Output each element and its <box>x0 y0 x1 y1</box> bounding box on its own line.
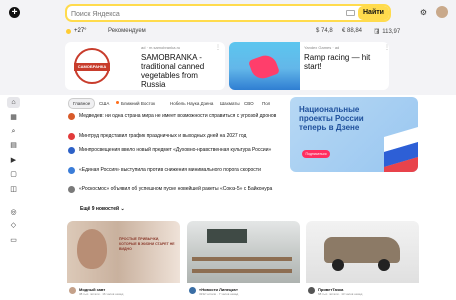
feed-card[interactable]: ПриветТачка 68 тыс. читали · 13 часов на… <box>306 221 419 300</box>
source-icon <box>68 113 75 120</box>
ad-site: Yandex Games · ad <box>304 45 340 50</box>
region-label[interactable]: Рекомендуем <box>108 28 146 34</box>
tab-middle-east[interactable]: Ближний Восток <box>112 98 159 109</box>
channel-avatar <box>69 287 76 294</box>
chevron-down-icon: ⌄ <box>120 206 125 212</box>
source-icon <box>68 133 75 140</box>
translate-icon[interactable]: ◫ <box>7 184 20 195</box>
samobranka-logo: САМОБРАНКА <box>74 48 110 84</box>
news-text: «Роскосмос» объявил об успешном пуске но… <box>79 186 273 192</box>
news-item[interactable]: Минтруд представил график праздничных и … <box>68 133 283 141</box>
feed-card[interactable]: «Новости Липецка» 3232 читали · 7 часов … <box>187 221 300 300</box>
news-item[interactable]: «Единая Россия» выступила против снижени… <box>68 167 283 181</box>
desk-graphic <box>192 269 292 273</box>
search-bar[interactable]: Найти <box>65 4 391 22</box>
feed-meta: 3232 читали · 7 часов назад <box>199 292 239 296</box>
grid-icon[interactable]: ▦ <box>7 112 20 123</box>
tab-usa[interactable]: США <box>95 98 113 109</box>
feed-meta: 68 тыс. читали · 13 часов назад <box>318 292 363 296</box>
more-news-label: Ещё 9 новостей <box>80 206 120 212</box>
more-news-button[interactable]: Ещё 9 новостей ⌄ <box>80 206 125 212</box>
folder-icon[interactable]: ▭ <box>7 235 20 246</box>
rate-usd[interactable]: $ 74,8 <box>316 28 333 34</box>
keyboard-icon[interactable] <box>346 10 355 16</box>
user-avatar[interactable] <box>436 6 448 18</box>
wheel-graphic <box>378 259 390 271</box>
rate-eur[interactable]: € 88,84 <box>342 28 362 34</box>
portrait-graphic <box>77 229 107 269</box>
tab-svo[interactable]: СВО <box>240 98 258 109</box>
news-text: Минтруд представил график праздничных и … <box>79 133 247 139</box>
promo-title: Национальные проекты России теперь в Дзе… <box>299 105 364 132</box>
news-item[interactable]: Минпросвещения ввело новый предмет «Духо… <box>68 147 283 161</box>
feed-meta: 38 тыс. читали · 16 часов назад <box>79 292 124 296</box>
search-input[interactable] <box>71 8 341 20</box>
flag-graphic <box>384 127 418 172</box>
feed-card[interactable]: ПРОСТЫЕ ПРИВЫЧКИ, КОТОРЫЕ В ЖИЗНИ СТАРЕТ… <box>67 221 180 300</box>
news-text: Медведев: ни одна страна мира не имеет в… <box>79 113 277 119</box>
tab-main[interactable]: Главное <box>68 98 96 109</box>
ad-text: Ramp racing — hit start! <box>304 53 371 71</box>
search-button[interactable]: Найти <box>358 6 389 20</box>
ad-menu-icon[interactable]: ⋮ <box>384 44 390 51</box>
channel-avatar <box>189 287 196 294</box>
sun-icon <box>66 29 71 34</box>
news-text: «Единая Россия» выступила против снижени… <box>79 167 261 173</box>
promo-banner[interactable]: Национальные проекты России теперь в Дзе… <box>290 97 418 172</box>
search-icon[interactable]: ⌕ <box>7 126 20 137</box>
news-text: Минпросвещения ввело новый предмет «Духо… <box>79 147 272 153</box>
document-icon[interactable]: ▢ <box>7 169 20 180</box>
ad-menu-icon[interactable]: ⋮ <box>215 44 221 51</box>
subscribe-button[interactable]: Подписаться <box>302 150 330 158</box>
wheel-graphic <box>332 259 344 271</box>
news-icon[interactable]: ▤ <box>7 140 20 151</box>
source-icon <box>68 186 75 193</box>
live-dot-icon <box>116 101 119 104</box>
desk-graphic <box>192 257 292 261</box>
channel-avatar <box>308 287 315 294</box>
tab-more[interactable]: Пол <box>258 98 274 109</box>
ad-text: SAMOBRANKA - traditional canned vegetabl… <box>141 53 205 89</box>
game-image <box>229 42 300 90</box>
play-icon[interactable]: ▶ <box>7 155 20 166</box>
ad-card-yandex-games[interactable]: Yandex Games · ad Ramp racing — hit star… <box>229 42 389 90</box>
settings-gear-icon[interactable]: ⚙ <box>419 8 428 17</box>
image-caption: ПРОСТЫЕ ПРИВЫЧКИ, КОТОРЫЕ В ЖИЗНИ СТАРЕТ… <box>119 237 175 251</box>
rate-oil[interactable]: 🛢 113,97 <box>373 28 400 35</box>
news-item[interactable]: «Роскосмос» объявил об успешном пуске но… <box>68 186 283 200</box>
feed-image <box>306 221 419 283</box>
ad-site: ad · m.samobranka.ru <box>141 45 181 50</box>
source-icon <box>68 147 75 154</box>
samobranka-logo-band: САМОБРАНКА <box>74 63 110 71</box>
boat-graphic <box>248 52 280 82</box>
feed-image <box>187 221 300 283</box>
weather-temperature[interactable]: +27° <box>74 28 87 34</box>
disk-icon[interactable]: ◇ <box>7 220 20 231</box>
tab-nobel[interactable]: Нобель Наука Дзена <box>166 98 217 109</box>
ad-card-samobranka[interactable]: САМОБРАНКА ad · m.samobranka.ru SAMOBRAN… <box>65 42 225 90</box>
source-icon <box>68 167 75 174</box>
home-icon[interactable]: ⌂ <box>7 97 20 108</box>
tab-label: Ближний Восток <box>121 101 156 106</box>
gamepad-icon[interactable]: ◎ <box>7 207 20 218</box>
news-item[interactable]: Медведев: ни одна страна мира не имеет в… <box>68 113 283 123</box>
chalkboard-graphic <box>207 229 247 243</box>
yandex-plus-logo-icon[interactable]: + <box>9 7 20 18</box>
feed-image: ПРОСТЫЕ ПРИВЫЧКИ, КОТОРЫЕ В ЖИЗНИ СТАРЕТ… <box>67 221 180 283</box>
